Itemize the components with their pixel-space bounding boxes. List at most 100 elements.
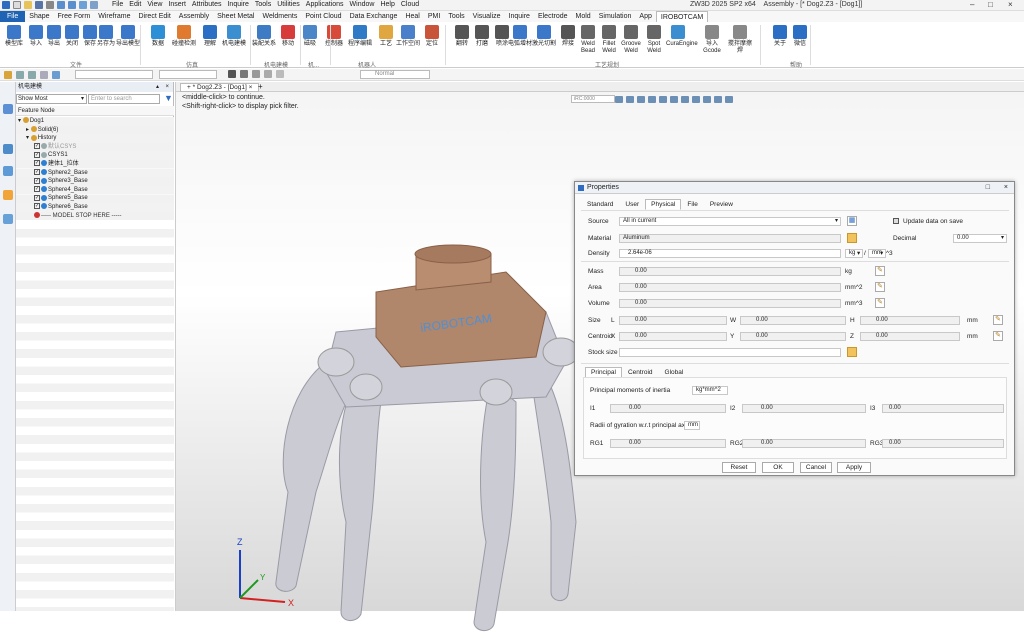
ribbon-button-16[interactable]: 工艺 xyxy=(374,25,398,48)
ribbon-button-27[interactable]: Groove Weld xyxy=(619,25,643,55)
ribbon-button-18[interactable]: 定位 xyxy=(420,25,444,48)
face-color-icon[interactable] xyxy=(276,70,284,78)
tree-node[interactable]: ▾ History xyxy=(16,134,174,143)
ribbon-button-13[interactable]: 磁吸 xyxy=(298,25,322,48)
ribbon-button-9[interactable]: 理解 xyxy=(198,25,222,48)
expand-icon[interactable]: ▾ xyxy=(26,135,31,141)
ribbon-tab-1[interactable]: Shape xyxy=(25,11,53,22)
sphere-icon[interactable] xyxy=(52,71,60,79)
visibility-checkbox[interactable]: ✓ xyxy=(34,194,40,201)
minimize-icon[interactable]: – xyxy=(970,0,974,9)
settings-icon[interactable] xyxy=(90,1,98,9)
visibility-checkbox[interactable]: ✓ xyxy=(34,169,40,176)
cancel-button[interactable]: Cancel xyxy=(800,462,832,473)
material-field[interactable]: Aluminum xyxy=(619,234,841,243)
display-icon[interactable] xyxy=(670,95,678,103)
menu-4[interactable]: Attributes xyxy=(192,1,222,8)
ribbon-button-6[interactable]: 导出模型 xyxy=(116,25,140,48)
visibility-checkbox[interactable]: ✓ xyxy=(34,143,40,150)
ribbon-tab-0[interactable]: File xyxy=(0,11,26,22)
ribbon-button-29[interactable]: CuraEngine xyxy=(666,25,698,48)
gyration-unit[interactable]: mm xyxy=(684,421,700,430)
shade-icon[interactable] xyxy=(615,95,623,103)
ribbon-button-11[interactable]: 装配关系 xyxy=(252,25,276,48)
undo-icon[interactable] xyxy=(57,1,65,9)
ribbon-tab-12[interactable]: Tools xyxy=(444,11,468,22)
ribbon-button-31[interactable]: 搅拌摩擦焊 xyxy=(728,25,752,55)
tree-node[interactable]: ✓ 默认CSYS xyxy=(16,143,174,152)
filter-funnel-icon[interactable]: ▼ xyxy=(164,93,173,103)
layers-icon[interactable] xyxy=(3,166,13,176)
line-icon[interactable] xyxy=(28,71,36,79)
ribbon-tab-9[interactable]: Data Exchange xyxy=(346,11,402,22)
centroid-edit-icon[interactable]: ✎ xyxy=(993,331,1003,341)
tree-node[interactable]: ✓ Sphere5_Base xyxy=(16,194,174,203)
material-folder-icon[interactable] xyxy=(847,233,857,243)
dialog-close-icon[interactable]: × xyxy=(1004,182,1008,194)
update-on-save-checkbox[interactable] xyxy=(893,218,899,224)
ribbon-tab-17[interactable]: Simulation xyxy=(595,11,636,22)
menu-2[interactable]: View xyxy=(147,1,162,8)
select-icon[interactable] xyxy=(16,71,24,79)
size-edit-icon[interactable]: ✎ xyxy=(993,315,1003,325)
menu-8[interactable]: Applications xyxy=(306,1,344,8)
tree-node[interactable]: ✓ 建体1_拉体 xyxy=(16,160,174,169)
visibility-checkbox[interactable]: ✓ xyxy=(34,160,40,167)
ribbon-tab-7[interactable]: Weldments xyxy=(258,11,301,22)
density-field[interactable]: 2.64e-06 xyxy=(619,249,841,258)
ribbon-tab-8[interactable]: Point Cloud xyxy=(301,11,345,22)
search-input[interactable]: Enter to search xyxy=(88,94,160,104)
area-edit-icon[interactable]: ✎ xyxy=(875,282,885,292)
grid-icon[interactable] xyxy=(40,71,48,79)
pin-icon[interactable]: ▴ xyxy=(156,82,159,92)
tree-node[interactable]: ✓ Sphere3_Base xyxy=(16,177,174,186)
ribbon-tab-14[interactable]: Inquire xyxy=(505,11,534,22)
point-icon[interactable] xyxy=(264,70,272,78)
maximize-icon[interactable]: □ xyxy=(988,0,993,9)
ribbon-tab-3[interactable]: Wireframe xyxy=(94,11,134,22)
properties-tab-standard[interactable]: Standard xyxy=(581,199,619,210)
line-type-icon[interactable] xyxy=(240,70,248,78)
ribbon-tab-10[interactable]: Heal xyxy=(401,11,423,22)
menu-11[interactable]: Cloud xyxy=(401,1,419,8)
ribbon-button-15[interactable]: 程序编辑 xyxy=(348,25,372,48)
tree-node[interactable]: ▸ Solid(6) xyxy=(16,126,174,135)
tree-node[interactable]: ✓ Sphere4_Base xyxy=(16,185,174,195)
ribbon-tab-13[interactable]: Visualize xyxy=(469,11,505,22)
line-color-icon[interactable] xyxy=(228,70,236,78)
menu-6[interactable]: Tools xyxy=(255,1,271,8)
line-width-icon[interactable] xyxy=(252,70,260,78)
resources-icon[interactable] xyxy=(3,190,13,200)
new-file-icon[interactable] xyxy=(13,1,21,9)
camera-icon[interactable] xyxy=(703,95,711,103)
layer-dropdown[interactable] xyxy=(159,70,217,79)
assembly-tree-icon[interactable] xyxy=(3,104,13,114)
ribbon-button-7[interactable]: 数据 xyxy=(146,25,170,48)
color-icon[interactable] xyxy=(637,95,645,103)
lights-icon[interactable] xyxy=(659,95,667,103)
apply-button[interactable]: Apply xyxy=(837,462,871,473)
ribbon-button-33[interactable]: 微信 xyxy=(788,25,812,48)
tab-close-icon[interactable]: × xyxy=(249,84,253,91)
menu-10[interactable]: Help xyxy=(380,1,394,8)
tree-node[interactable]: ✓ CSYS1 xyxy=(16,151,174,160)
background-icon[interactable] xyxy=(714,95,722,103)
document-tab[interactable]: + * Dog2.Z3 - [Dog1] × xyxy=(180,83,260,92)
ribbon-button-22[interactable]: 电弧增材 xyxy=(508,25,532,48)
ribbon-tab-19[interactable]: IROBOTCAM xyxy=(655,11,709,22)
decimal-select[interactable]: 0.00 ▾ xyxy=(953,234,1007,243)
visibility-checkbox[interactable]: ✓ xyxy=(34,177,40,184)
menu-9[interactable]: Window xyxy=(350,1,375,8)
source-select[interactable]: All in current ▾ xyxy=(619,217,841,226)
calculator-icon[interactable]: ▦ xyxy=(847,216,857,226)
ribbon-tab-18[interactable]: App xyxy=(635,11,655,22)
ribbon-button-8[interactable]: 碰撞检测 xyxy=(172,25,196,48)
reset-button[interactable]: Reset xyxy=(722,462,756,473)
ribbon-button-23[interactable]: 激光切割 xyxy=(532,25,556,48)
ribbon-button-26[interactable]: Fillet Weld xyxy=(597,25,621,55)
save-icon[interactable] xyxy=(35,1,43,9)
visibility-checkbox[interactable]: ✓ xyxy=(34,203,40,210)
bbox-icon[interactable] xyxy=(692,95,700,103)
properties-tab-file[interactable]: File xyxy=(681,199,703,210)
ribbon-button-5[interactable]: 另存为 xyxy=(94,25,118,48)
